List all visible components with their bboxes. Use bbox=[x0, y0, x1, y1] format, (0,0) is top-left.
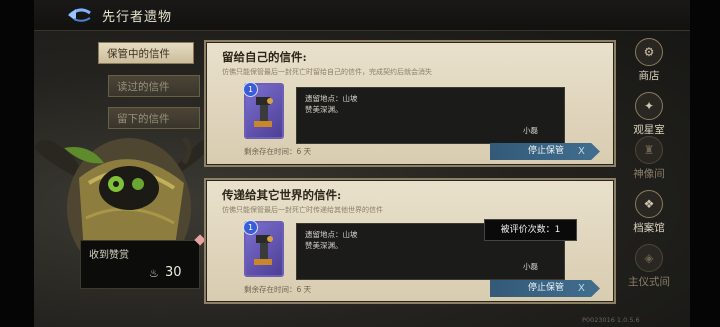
praise-count: 30 bbox=[165, 265, 182, 280]
close-icon: X bbox=[578, 146, 585, 157]
menu-observatory[interactable]: ✦ 观星室 bbox=[622, 92, 676, 137]
menu-archive[interactable]: ❖ 档案馆 bbox=[622, 190, 676, 235]
back-arrow-icon bbox=[68, 8, 91, 22]
pillarbox-right bbox=[690, 0, 720, 327]
menu-shop[interactable]: ⚙ 商店 bbox=[622, 38, 676, 83]
menu-label: 商店 bbox=[638, 70, 660, 82]
remaining-time: 剩余存在时间：6 天 bbox=[244, 285, 312, 294]
pillarbox-left bbox=[0, 0, 34, 327]
tab-label: 读过的信件 bbox=[117, 81, 170, 93]
panel-description: 仿佛只能保管最后一封死亡时传递给其他世界的信件 bbox=[222, 206, 383, 214]
candle-icon: ♨ bbox=[149, 267, 159, 280]
letter-message: 赞美深渊。 bbox=[305, 105, 343, 114]
close-icon: X bbox=[578, 283, 585, 294]
page-title: 先行者遗物 bbox=[102, 10, 173, 25]
weapon-icon bbox=[254, 97, 273, 127]
tab-left-letters[interactable]: 留下的信件 bbox=[108, 107, 200, 129]
back-button[interactable] bbox=[66, 5, 94, 25]
letter-signature: 小磊 bbox=[523, 262, 538, 271]
praise-title: 收到赞赏 bbox=[89, 250, 129, 261]
remaining-time: 剩余存在时间：6 天 bbox=[244, 147, 312, 156]
stop-keeping-button[interactable]: 停止保管 X bbox=[490, 280, 600, 297]
tab-kept-letters[interactable]: 保管中的信件 bbox=[98, 42, 194, 64]
letter-content: 遗留地点：山坡 赞美深渊。 小磊 bbox=[296, 87, 565, 144]
letter-card[interactable]: 1 bbox=[243, 82, 284, 139]
panel-description: 仿佛只能保管最后一封死亡时留给自己的信件，完成契约后就会消失 bbox=[222, 68, 432, 76]
letter-location: 遗留地点：山坡 bbox=[305, 94, 358, 103]
tab-label: 保管中的信件 bbox=[107, 48, 170, 60]
letter-location: 遗留地点：山坡 bbox=[305, 230, 358, 239]
letter-panel-other-world: 传递给其它世界的信件: 仿佛只能保管最后一封死亡时传递给其他世界的信件 1 遗留… bbox=[204, 178, 616, 304]
menu-label: 观星室 bbox=[633, 124, 665, 136]
evaluation-count-tooltip: 被评价次数：1 bbox=[484, 219, 577, 241]
observatory-icon: ✦ bbox=[635, 92, 663, 120]
tab-label: 留下的信件 bbox=[117, 113, 170, 125]
menu-label: 神像间 bbox=[633, 168, 665, 180]
letter-panel-self: 留给自己的信件: 仿佛只能保管最后一封死亡时留给自己的信件，完成契约后就会消失 … bbox=[204, 40, 616, 167]
tab-read-letters[interactable]: 读过的信件 bbox=[108, 75, 200, 97]
menu-ritual-room[interactable]: ◈ 主仪式间 bbox=[622, 244, 676, 289]
letter-signature: 小磊 bbox=[523, 126, 538, 135]
ritual-icon: ◈ bbox=[635, 244, 663, 272]
panel-title: 传递给其它世界的信件: bbox=[222, 188, 342, 202]
stop-keeping-button[interactable]: 停止保管 X bbox=[490, 143, 600, 160]
button-label: 停止保管 bbox=[528, 146, 565, 156]
menu-label: 档案馆 bbox=[633, 222, 665, 234]
menu-label: 主仪式间 bbox=[628, 276, 670, 288]
panel-title: 留给自己的信件: bbox=[222, 50, 307, 64]
game-screen: 先行者遗物 保管中的信件 读过的信件 留下的信件 收到赞赏 ♨ 30 ⚙ 商店 … bbox=[0, 0, 720, 327]
letter-card[interactable]: 1 bbox=[243, 220, 284, 277]
statue-icon: ♜ bbox=[635, 136, 663, 164]
archive-icon: ❖ bbox=[635, 190, 663, 218]
menu-statue-room[interactable]: ♜ 神像间 bbox=[622, 136, 676, 181]
letter-message: 赞美深渊。 bbox=[305, 241, 343, 250]
version-text: P0023016 1.0.5.6 bbox=[582, 316, 640, 324]
praise-box: 收到赞赏 ♨ 30 bbox=[80, 234, 206, 289]
weapon-icon bbox=[254, 235, 273, 265]
button-label: 停止保管 bbox=[528, 283, 565, 293]
shop-icon: ⚙ bbox=[635, 38, 663, 66]
